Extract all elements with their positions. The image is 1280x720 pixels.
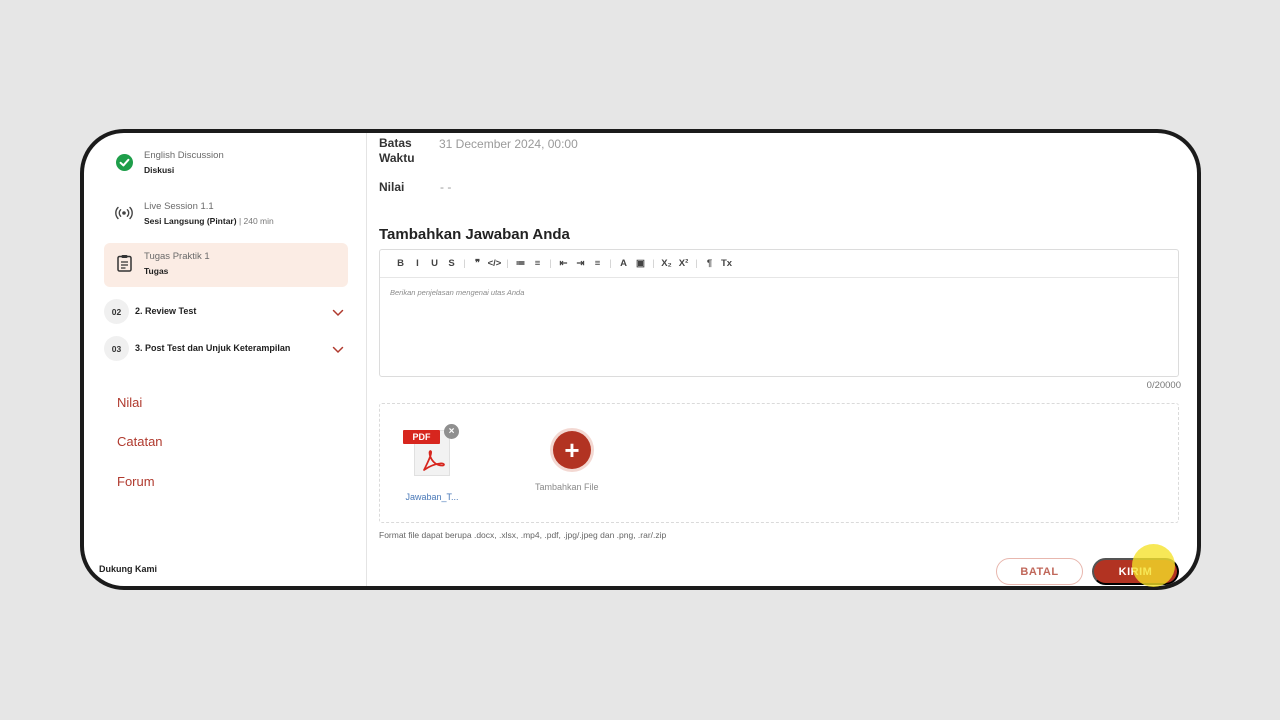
file-upload-area: PDF × Jawaban_T... + Tambahkan File (379, 403, 1179, 523)
toolbar-button[interactable]: ❞ (469, 258, 486, 269)
nav-catatan-link[interactable]: Catatan (117, 434, 163, 449)
toolbar-separator: | (609, 258, 612, 269)
toolbar-button[interactable]: X² (675, 258, 692, 269)
toolbar-button[interactable]: ⇤ (555, 258, 572, 269)
toolbar-button[interactable]: ⇥ (572, 258, 589, 269)
acrobat-icon (418, 450, 446, 472)
uploaded-file-card[interactable]: PDF × Jawaban_T... (400, 424, 460, 504)
check-circle-icon (114, 152, 134, 172)
lesson-subtitle: Tugas (144, 266, 169, 276)
device-frame: English Discussion Diskusi Live Session … (80, 129, 1201, 590)
toolbar-button[interactable]: Tx (718, 258, 735, 269)
editor-toolbar: B I U S | ❞ </> | ≔ ≡ | ⇤ ⇥ ≡ | A ▣ | X₂ X² | ¶ Tx (380, 250, 1178, 278)
sidebar: English Discussion Diskusi Live Session … (84, 133, 367, 586)
answer-section-title: Tambahkan Jawaban Anda (379, 226, 570, 243)
toolbar-button[interactable]: A (615, 258, 632, 269)
editor-placeholder[interactable]: Berikan penjelasan mengenai utas Anda (390, 288, 524, 297)
send-button[interactable]: KIRIM (1092, 558, 1179, 585)
add-file-button[interactable]: + (553, 431, 591, 469)
chevron-down-icon[interactable] (332, 304, 346, 318)
score-value: - - (440, 180, 452, 194)
sidebar-lesson-english-discussion[interactable]: English Discussion Diskusi (104, 142, 348, 186)
deadline-value: 31 December 2024, 00:00 (439, 137, 578, 151)
remove-file-icon[interactable]: × (444, 424, 459, 439)
main-content: Batas Waktu 31 December 2024, 00:00 Nilai… (368, 133, 1197, 586)
section-number: 02 (104, 299, 129, 324)
sidebar-section-post-test[interactable]: 03 3. Post Test dan Unjuk Keterampilan (104, 336, 348, 362)
sidebar-lesson-tugas-praktik[interactable]: Tugas Praktik 1 Tugas (104, 243, 348, 287)
file-name[interactable]: Jawaban_T... (400, 492, 464, 502)
section-label: 2. Review Test (135, 306, 197, 316)
sidebar-lesson-live-session[interactable]: Live Session 1.1 Sesi Langsung (Pintar) … (104, 193, 348, 237)
rich-text-editor[interactable]: B I U S | ❞ </> | ≔ ≡ | ⇤ ⇥ ≡ | A ▣ | X₂ X² | ¶ Tx Berikan pen… (379, 249, 1179, 377)
lesson-duration: | 240 min (236, 216, 274, 226)
toolbar-separator: | (695, 258, 698, 269)
chevron-down-icon[interactable] (332, 341, 346, 355)
toolbar-separator: | (652, 258, 655, 269)
toolbar-button[interactable]: ≡ (589, 258, 606, 269)
lesson-title: English Discussion (144, 150, 224, 161)
char-counter: 0/20000 (1146, 380, 1181, 391)
toolbar-button[interactable]: I (409, 258, 426, 269)
toolbar-button[interactable]: X₂ (658, 258, 675, 269)
section-label: 3. Post Test dan Unjuk Keterampilan (135, 343, 291, 353)
pdf-badge: PDF (403, 430, 440, 444)
toolbar-button[interactable]: </> (486, 258, 503, 269)
cancel-button[interactable]: BATAL (996, 558, 1083, 585)
broadcast-icon (114, 203, 134, 223)
screen: English Discussion Diskusi Live Session … (84, 133, 1197, 586)
toolbar-separator: | (506, 258, 509, 269)
toolbar-separator: | (549, 258, 552, 269)
toolbar-button[interactable]: ≡ (529, 258, 546, 269)
support-link[interactable]: Dukung Kami (99, 564, 157, 574)
toolbar-separator: | (463, 258, 466, 269)
sidebar-section-review-test[interactable]: 02 2. Review Test (104, 299, 348, 325)
toolbar-button[interactable]: ≔ (512, 258, 529, 269)
nav-forum-link[interactable]: Forum (117, 474, 155, 489)
toolbar-button[interactable]: U (426, 258, 443, 269)
clipboard-icon (114, 253, 134, 273)
lesson-subtitle: Diskusi (144, 165, 175, 175)
toolbar-button[interactable]: S (443, 258, 460, 269)
lesson-subtitle: Sesi Langsung (Pintar) | 240 min (144, 216, 274, 226)
add-file-control[interactable]: + Tambahkan File (535, 429, 630, 499)
toolbar-button[interactable]: ▣ (632, 258, 649, 269)
toolbar-button[interactable]: ¶ (701, 258, 718, 269)
nav-nilai-link[interactable]: Nilai (117, 395, 142, 410)
toolbar-button[interactable]: B (392, 258, 409, 269)
section-number: 03 (104, 336, 129, 361)
lesson-title: Live Session 1.1 (144, 201, 214, 212)
deadline-label: Batas Waktu (379, 136, 415, 165)
lesson-title: Tugas Praktik 1 (144, 251, 210, 262)
score-label: Nilai (379, 180, 405, 194)
add-file-label: Tambahkan File (535, 482, 599, 492)
file-format-hint: Format file dapat berupa .docx, .xlsx, .… (379, 530, 667, 540)
